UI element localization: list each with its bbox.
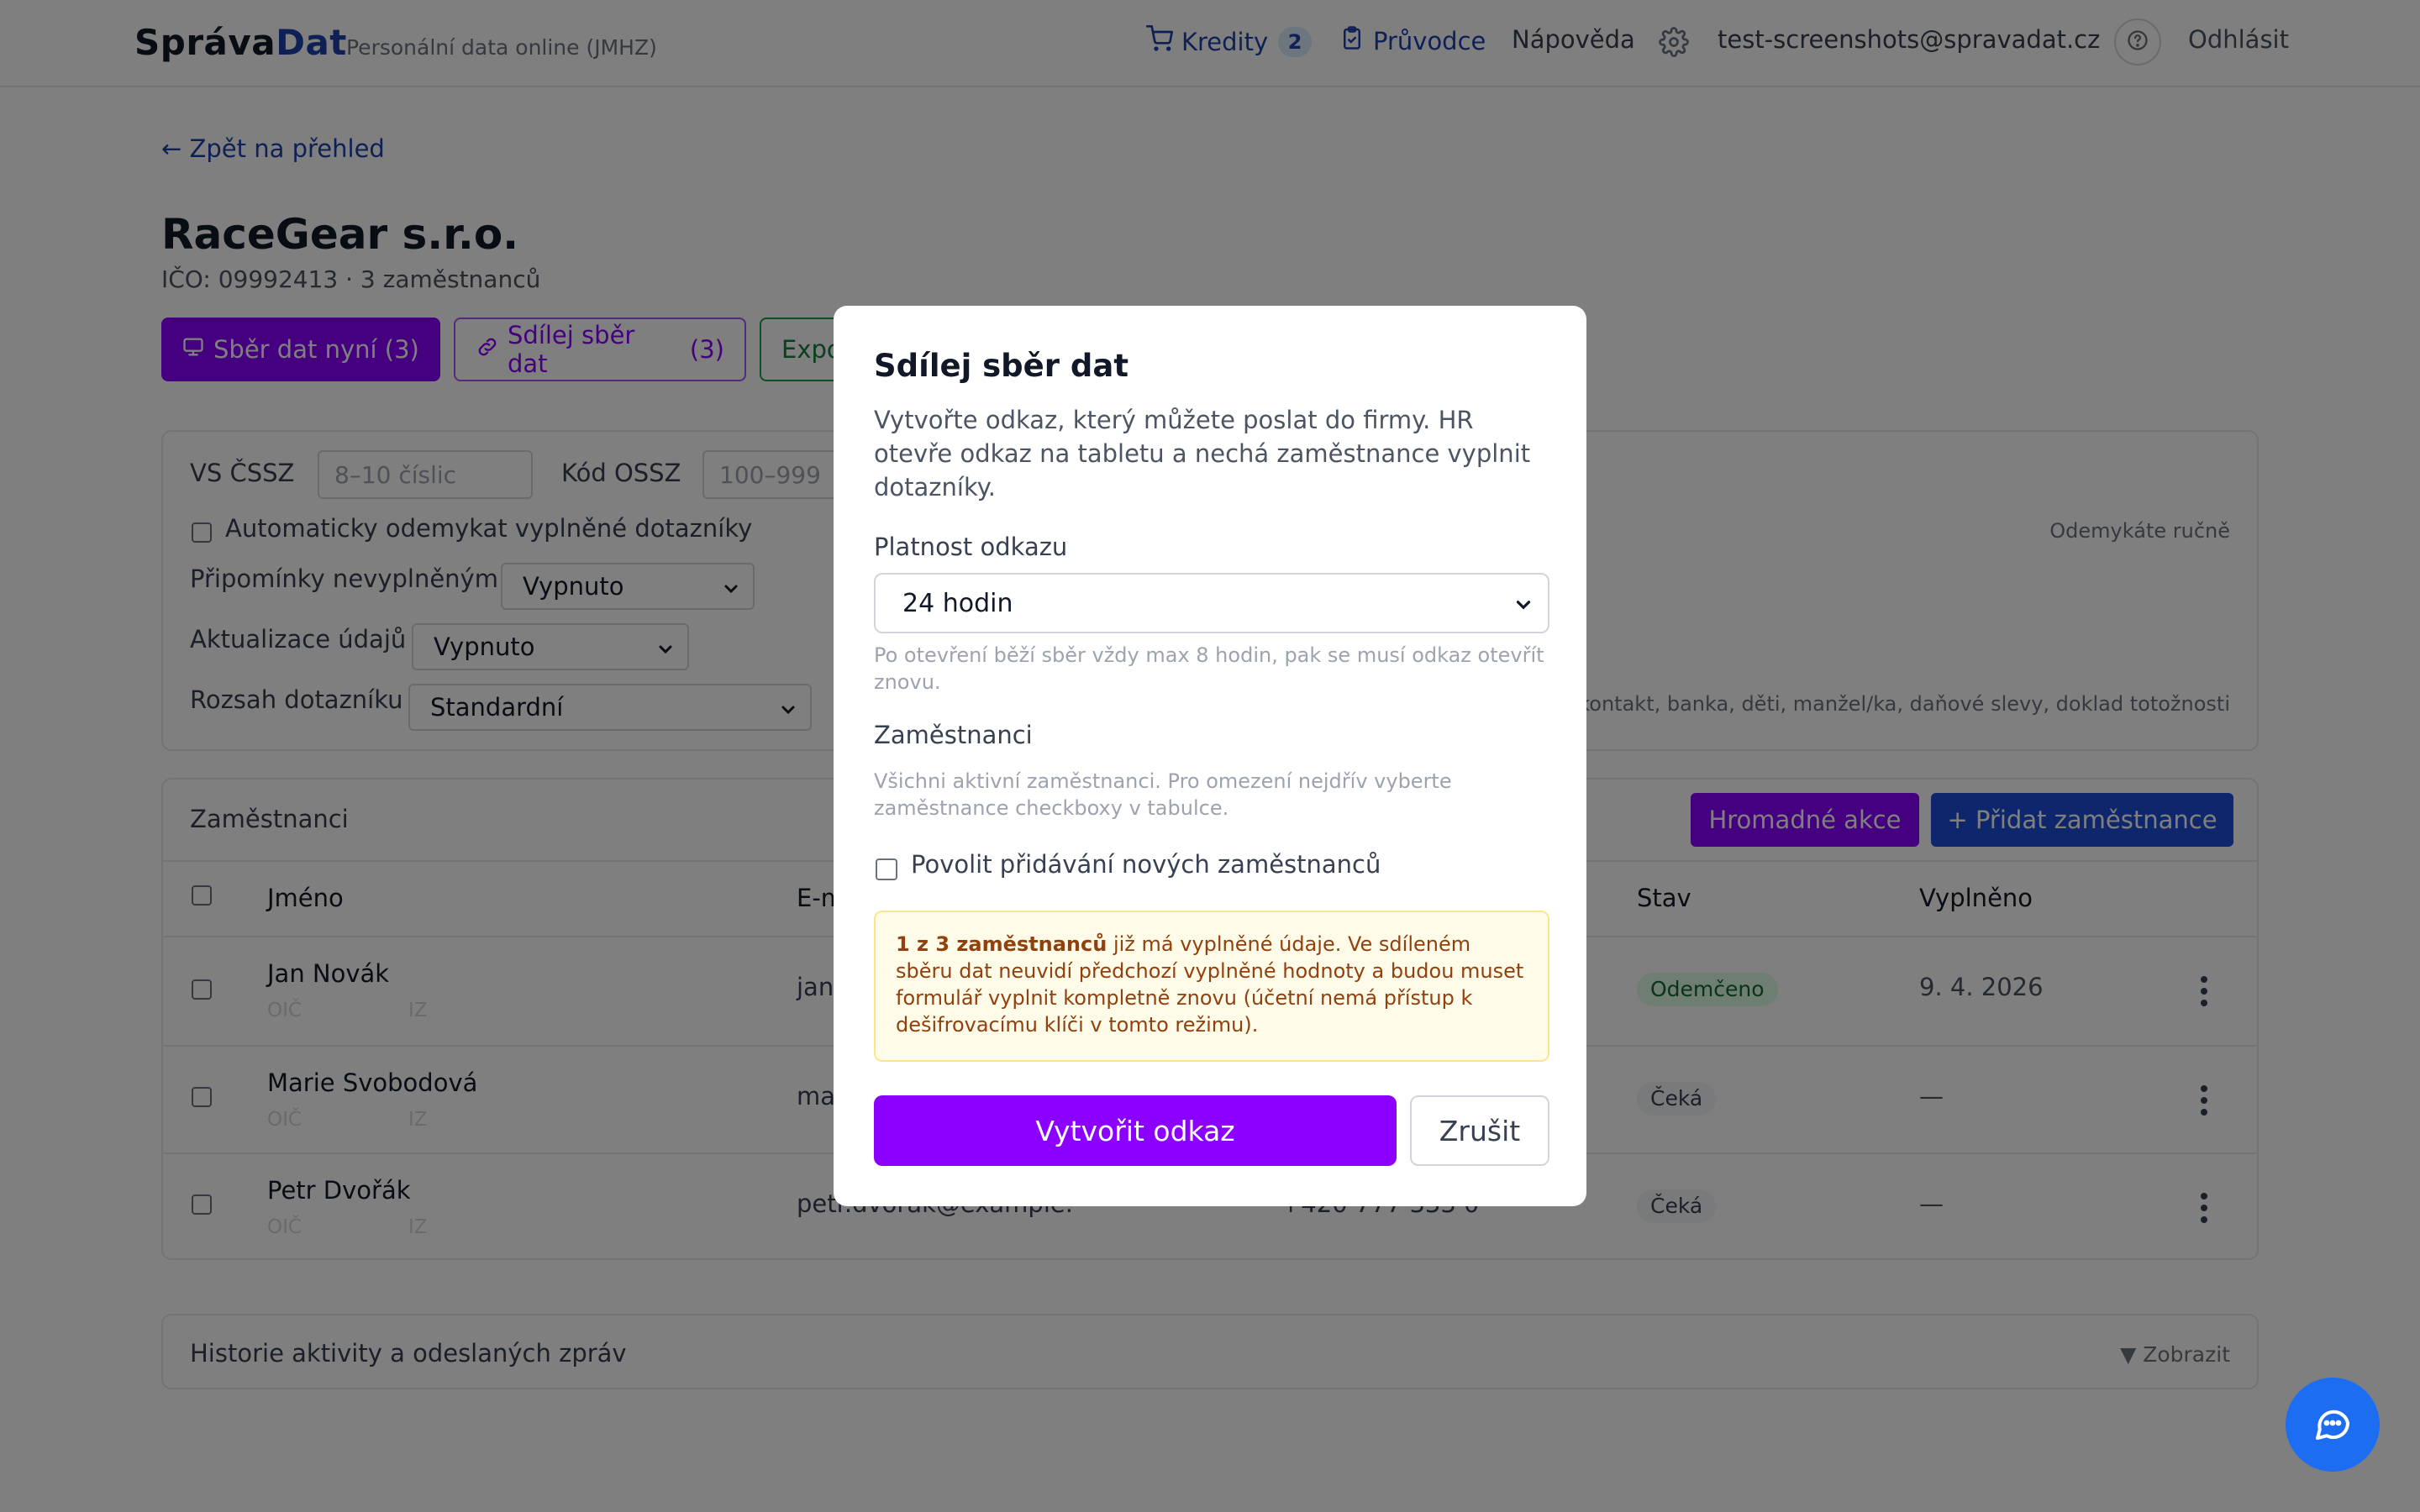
modal-title: Sdílej sběr dat — [874, 348, 1129, 384]
cancel-button[interactable]: Zrušit — [1410, 1095, 1549, 1166]
validity-value: 24 hodin — [902, 588, 1013, 618]
chat-icon — [2312, 1403, 2353, 1446]
chat-button[interactable] — [2286, 1378, 2380, 1472]
validity-select[interactable]: 24 hodin — [874, 573, 1549, 633]
create-link-button[interactable]: Vytvořit odkaz — [874, 1095, 1397, 1166]
allow-new-employees-checkbox[interactable] — [876, 858, 897, 880]
allow-new-employees-label[interactable]: Povolit přidávání nových zaměstnanců — [911, 850, 1381, 879]
warning-bold: 1 z 3 zaměstnanců — [896, 932, 1107, 956]
modal-description: Vytvořte odkaz, který můžete poslat do f… — [874, 406, 1531, 501]
warning-box: 1 z 3 zaměstnanců již má vyplněné údaje.… — [874, 911, 1549, 1062]
share-collect-modal: Sdílej sběr dat Vytvořte odkaz, který mů… — [834, 306, 1586, 1206]
employees-label: Zaměstnanci — [874, 721, 1033, 749]
employees-hint: Všichni aktivní zaměstnanci. Pro omezení… — [874, 769, 1452, 820]
chevron-down-icon — [1512, 593, 1534, 622]
validity-hint: Po otevření běží sběr vždy max 8 hodin, … — [874, 643, 1544, 694]
validity-label: Platnost odkazu — [874, 533, 1068, 561]
